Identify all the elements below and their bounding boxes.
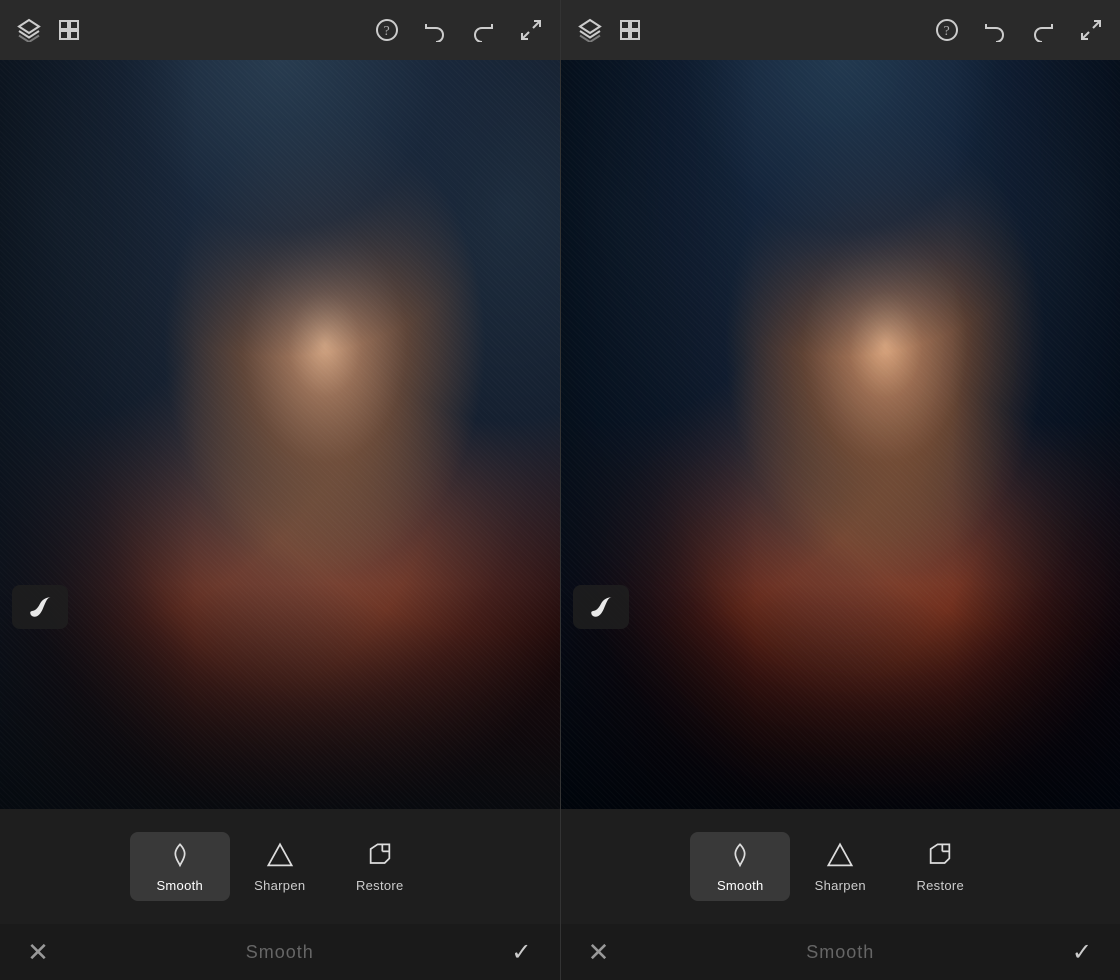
sharpen-label: Sharpen xyxy=(254,878,305,893)
smooth-icon xyxy=(164,840,196,872)
toolbar-right-group: ? xyxy=(372,15,546,45)
right-status-label: Smooth xyxy=(806,942,874,963)
left-photo-area xyxy=(0,60,560,809)
sharpen-icon xyxy=(264,840,296,872)
right-sharpen-icon xyxy=(824,840,856,872)
left-smooth-button[interactable]: Smooth xyxy=(130,832,230,901)
right-photo-area xyxy=(561,60,1120,809)
right-redo-icon[interactable] xyxy=(1028,15,1058,45)
left-action-bar: ✕ Smooth ✓ xyxy=(0,924,560,980)
right-bottom-tools: Smooth Sharpen xyxy=(561,809,1120,924)
left-cancel-button[interactable]: ✕ xyxy=(20,934,56,970)
right-panel: ? xyxy=(561,0,1120,980)
left-face-image xyxy=(0,60,560,809)
left-panel: ? xyxy=(0,0,561,980)
right-toolbar-right-group: ? xyxy=(932,15,1106,45)
right-restore-label: Restore xyxy=(916,878,964,893)
right-layers-icon[interactable] xyxy=(575,15,605,45)
left-confirm-button[interactable]: ✓ xyxy=(503,934,539,970)
right-sharpen-label: Sharpen xyxy=(815,878,866,893)
right-cancel-button[interactable]: ✕ xyxy=(581,934,617,970)
restore-icon xyxy=(364,840,396,872)
right-brush-tool-button[interactable] xyxy=(573,585,629,629)
layers-icon[interactable] xyxy=(14,15,44,45)
right-restore-icon xyxy=(924,840,956,872)
redo-icon[interactable] xyxy=(468,15,498,45)
right-smooth-button[interactable]: Smooth xyxy=(690,832,790,901)
left-restore-button[interactable]: Restore xyxy=(330,832,430,901)
right-smooth-label: Smooth xyxy=(717,878,764,893)
left-portrait xyxy=(0,60,560,809)
expand-icon[interactable] xyxy=(516,15,546,45)
left-sharpen-button[interactable]: Sharpen xyxy=(230,832,330,901)
left-bottom-tools: Smooth Sharpen xyxy=(0,809,560,924)
right-confirm-button[interactable]: ✓ xyxy=(1064,934,1100,970)
right-restore-button[interactable]: Restore xyxy=(890,832,990,901)
right-toolbar-left-group xyxy=(575,15,645,45)
left-status-label: Smooth xyxy=(246,942,314,963)
right-sharpen-button[interactable]: Sharpen xyxy=(790,832,890,901)
help-icon[interactable]: ? xyxy=(372,15,402,45)
right-toolbar: ? xyxy=(561,0,1120,60)
toolbar-left-group xyxy=(14,15,84,45)
smooth-label: Smooth xyxy=(156,878,203,893)
panels-container: ? xyxy=(0,0,1120,980)
image-grid-icon[interactable] xyxy=(54,15,84,45)
svg-text:?: ? xyxy=(944,24,950,39)
right-tool-buttons: Smooth Sharpen xyxy=(561,809,1120,924)
right-undo-icon[interactable] xyxy=(980,15,1010,45)
right-image-grid-icon[interactable] xyxy=(615,15,645,45)
right-expand-icon[interactable] xyxy=(1076,15,1106,45)
restore-label: Restore xyxy=(356,878,404,893)
right-face-image xyxy=(561,60,1120,809)
left-tool-buttons: Smooth Sharpen xyxy=(0,809,560,924)
undo-icon[interactable] xyxy=(420,15,450,45)
right-help-icon[interactable]: ? xyxy=(932,15,962,45)
right-action-bar: ✕ Smooth ✓ xyxy=(561,924,1120,980)
brush-tool-button[interactable] xyxy=(12,585,68,629)
left-toolbar: ? xyxy=(0,0,560,60)
svg-text:?: ? xyxy=(383,24,389,39)
right-smooth-icon xyxy=(724,840,756,872)
right-portrait xyxy=(561,60,1120,809)
